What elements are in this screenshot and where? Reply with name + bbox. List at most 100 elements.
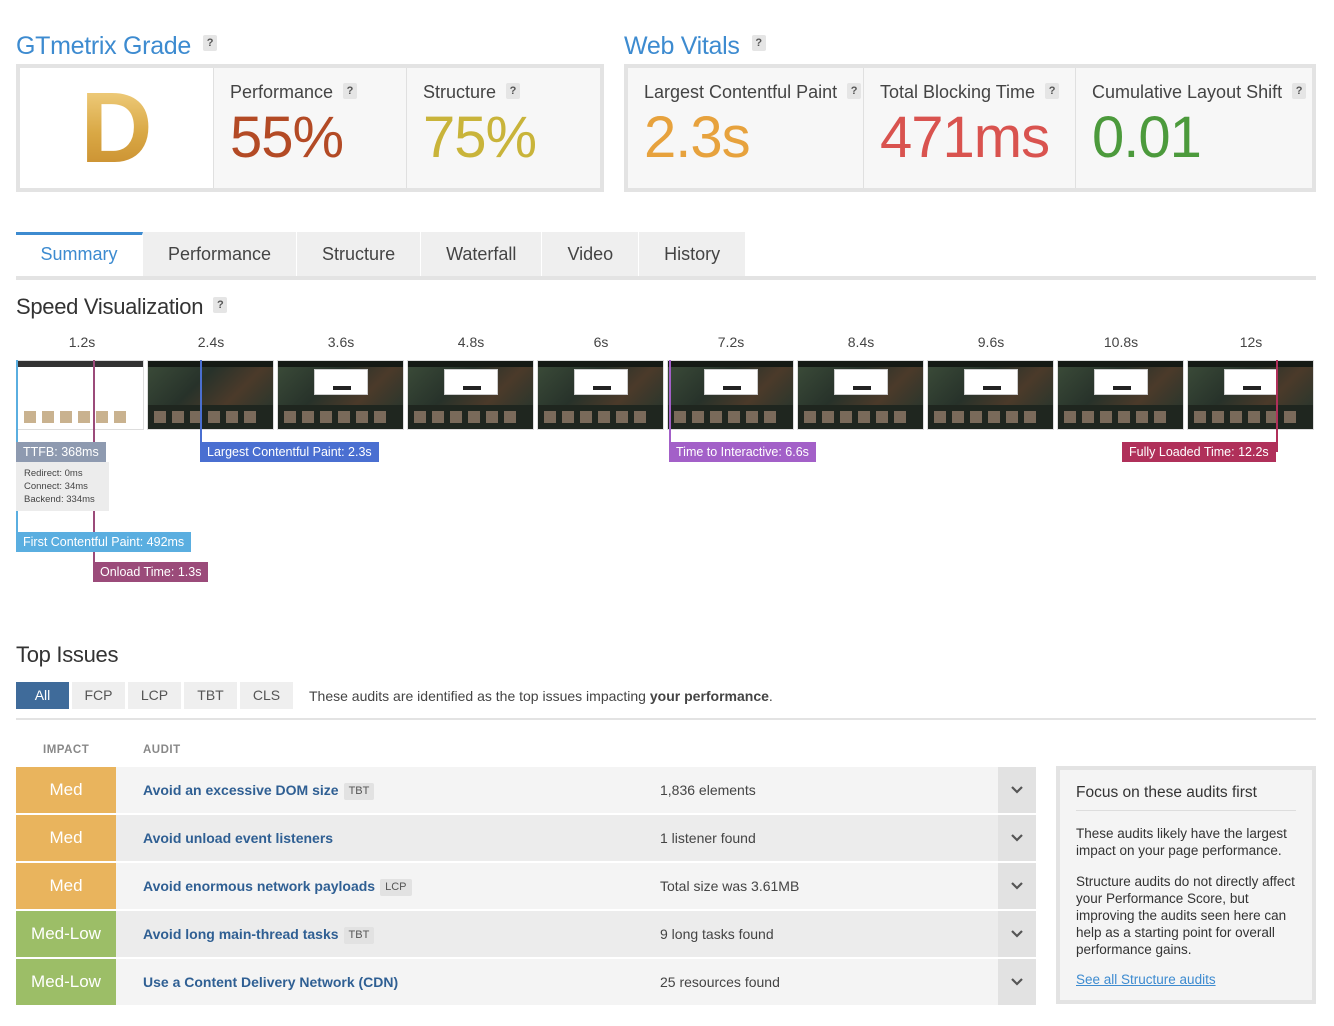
issues-description-bold: your performance bbox=[649, 688, 769, 704]
cls-value: 0.01 bbox=[1092, 105, 1202, 170]
chevron-down-icon[interactable] bbox=[998, 911, 1036, 957]
metric-tag: TBT bbox=[343, 926, 375, 944]
tti-marker-line bbox=[669, 360, 671, 452]
audit-name[interactable]: Avoid unload event listeners bbox=[143, 815, 333, 861]
audit-result: 25 resources found bbox=[660, 974, 780, 990]
tbt-metric: Total Blocking Time? 471ms bbox=[864, 68, 1076, 188]
filmstrip-frame[interactable] bbox=[147, 360, 274, 430]
tbt-label: Total Blocking Time bbox=[880, 82, 1036, 102]
filter-tbt[interactable]: TBT bbox=[184, 682, 237, 709]
chevron-down-icon[interactable] bbox=[998, 815, 1036, 861]
focus-title: Focus on these audits first bbox=[1076, 784, 1296, 811]
ttfb-breakdown: Redirect: 0ms Connect: 34ms Backend: 334… bbox=[16, 462, 109, 511]
issue-row[interactable]: Med Avoid an excessive DOM size TBT 1,836… bbox=[16, 767, 1036, 813]
help-icon[interactable]: ? bbox=[203, 35, 217, 52]
filmstrip-frame[interactable] bbox=[407, 360, 534, 430]
help-icon[interactable]: ? bbox=[1045, 83, 1060, 100]
tab-performance[interactable]: Performance bbox=[143, 232, 298, 276]
audit-name-text: Use a Content Delivery Network (CDN) bbox=[143, 974, 399, 990]
filmstrip-frame[interactable] bbox=[277, 360, 404, 430]
impact-badge: Med bbox=[16, 815, 116, 861]
tti-flag: Time to Interactive: 6.6s bbox=[669, 442, 816, 462]
speed-visualization-title: Speed Visualization? bbox=[16, 294, 228, 320]
time-tick: 12s bbox=[1239, 334, 1263, 350]
issues-description-end: . bbox=[768, 688, 773, 704]
filmstrip-frame[interactable] bbox=[797, 360, 924, 430]
impact-badge: Med-Low bbox=[16, 911, 116, 957]
filmstrip-frame[interactable] bbox=[1187, 360, 1314, 430]
filmstrip-frame[interactable] bbox=[667, 360, 794, 430]
filmstrip-frame[interactable] bbox=[17, 360, 144, 430]
audit-name[interactable]: Avoid long main-thread tasks TBT bbox=[143, 911, 375, 957]
help-icon[interactable]: ? bbox=[847, 83, 862, 100]
impact-badge: Med bbox=[16, 863, 116, 909]
lcp-label: Largest Contentful Paint bbox=[644, 82, 838, 102]
filter-fcp[interactable]: FCP bbox=[72, 682, 125, 709]
chevron-down-icon[interactable] bbox=[998, 863, 1036, 909]
chevron-down-icon[interactable] bbox=[998, 767, 1036, 813]
lcp-flag: Largest Contentful Paint: 2.3s bbox=[200, 442, 379, 462]
fully-loaded-marker-line bbox=[1276, 360, 1278, 452]
audit-name-text: Avoid long main-thread tasks bbox=[143, 926, 339, 942]
impact-column-header: IMPACT bbox=[43, 744, 90, 756]
filmstrip-frame[interactable] bbox=[927, 360, 1054, 430]
time-tick: 9.6s bbox=[977, 334, 1005, 350]
performance-metric: Performance? 55% bbox=[214, 68, 407, 188]
filter-lcp[interactable]: LCP bbox=[128, 682, 181, 709]
speed-visualization-title-text: Speed Visualization bbox=[16, 294, 204, 319]
tab-history[interactable]: History bbox=[639, 232, 747, 276]
cls-label: Cumulative Layout Shift bbox=[1092, 82, 1283, 102]
help-icon[interactable]: ? bbox=[213, 297, 228, 314]
fully-loaded-flag: Fully Loaded Time: 12.2s bbox=[1122, 442, 1276, 462]
tab-summary[interactable]: Summary bbox=[16, 232, 143, 276]
web-vitals-title-text: Web Vitals bbox=[624, 32, 740, 60]
filmstrip-frame[interactable] bbox=[1057, 360, 1184, 430]
fcp-flag: First Contentful Paint: 492ms bbox=[16, 532, 192, 552]
help-icon[interactable]: ? bbox=[751, 35, 766, 52]
issue-row[interactable]: Med Avoid unload event listeners 1 liste… bbox=[16, 815, 1036, 861]
filter-all[interactable]: All bbox=[16, 682, 69, 709]
issue-row[interactable]: Med-Low Use a Content Delivery Network (… bbox=[16, 959, 1036, 1005]
tbt-value: 471ms bbox=[880, 105, 1050, 170]
time-tick: 1.2s bbox=[68, 334, 96, 350]
filmstrip-frame[interactable] bbox=[537, 360, 664, 430]
audit-name[interactable]: Use a Content Delivery Network (CDN) bbox=[143, 959, 398, 1005]
chevron-down-icon[interactable] bbox=[998, 959, 1036, 1005]
audit-column-header: AUDIT bbox=[143, 744, 181, 756]
backend-timing: Backend: 334ms bbox=[24, 494, 95, 505]
tab-structure[interactable]: Structure bbox=[297, 232, 422, 276]
audit-result: 9 long tasks found bbox=[660, 926, 774, 942]
performance-label: Performance bbox=[230, 82, 334, 102]
issue-row[interactable]: Med-Low Avoid long main-thread tasks TBT … bbox=[16, 911, 1036, 957]
top-issues-title: Top Issues bbox=[16, 642, 119, 667]
issue-row[interactable]: Med Avoid enormous network payloads LCP T… bbox=[16, 863, 1036, 909]
help-icon[interactable]: ? bbox=[343, 83, 358, 100]
time-tick: 8.4s bbox=[847, 334, 875, 350]
audit-result: 1 listener found bbox=[660, 830, 756, 846]
audit-result: 1,836 elements bbox=[660, 782, 756, 798]
help-icon[interactable]: ? bbox=[506, 83, 521, 100]
time-tick: 6s bbox=[593, 334, 609, 350]
onload-flag: Onload Time: 1.3s bbox=[93, 562, 209, 582]
issues-description-text: These audits are identified as the top i… bbox=[309, 688, 650, 704]
lcp-value: 2.3s bbox=[644, 105, 751, 170]
audit-name[interactable]: Avoid an excessive DOM size TBT bbox=[143, 767, 375, 813]
tab-waterfall[interactable]: Waterfall bbox=[421, 232, 543, 276]
filter-cls[interactable]: CLS bbox=[240, 682, 293, 709]
audit-name[interactable]: Avoid enormous network payloads LCP bbox=[143, 863, 412, 909]
grade-panel: D Performance? 55% Structure? 75% bbox=[16, 64, 604, 192]
help-icon[interactable]: ? bbox=[1292, 83, 1307, 100]
impact-badge: Med-Low bbox=[16, 959, 116, 1005]
redirect-timing: Redirect: 0ms bbox=[24, 468, 83, 479]
impact-badge: Med bbox=[16, 767, 116, 813]
focus-panel: Focus on these audits first These audits… bbox=[1056, 766, 1316, 1004]
gtmetrix-grade-title-text: GTmetrix Grade bbox=[16, 32, 191, 60]
cls-metric: Cumulative Layout Shift? 0.01 bbox=[1076, 68, 1312, 188]
structure-label: Structure bbox=[423, 82, 497, 102]
time-tick: 10.8s bbox=[1103, 334, 1139, 350]
tab-video[interactable]: Video bbox=[542, 232, 640, 276]
structure-value: 75% bbox=[423, 105, 537, 170]
grade-letter: D bbox=[80, 72, 153, 184]
see-all-structure-audits-link[interactable]: See all Structure audits bbox=[1076, 972, 1296, 987]
time-tick: 2.4s bbox=[197, 334, 225, 350]
